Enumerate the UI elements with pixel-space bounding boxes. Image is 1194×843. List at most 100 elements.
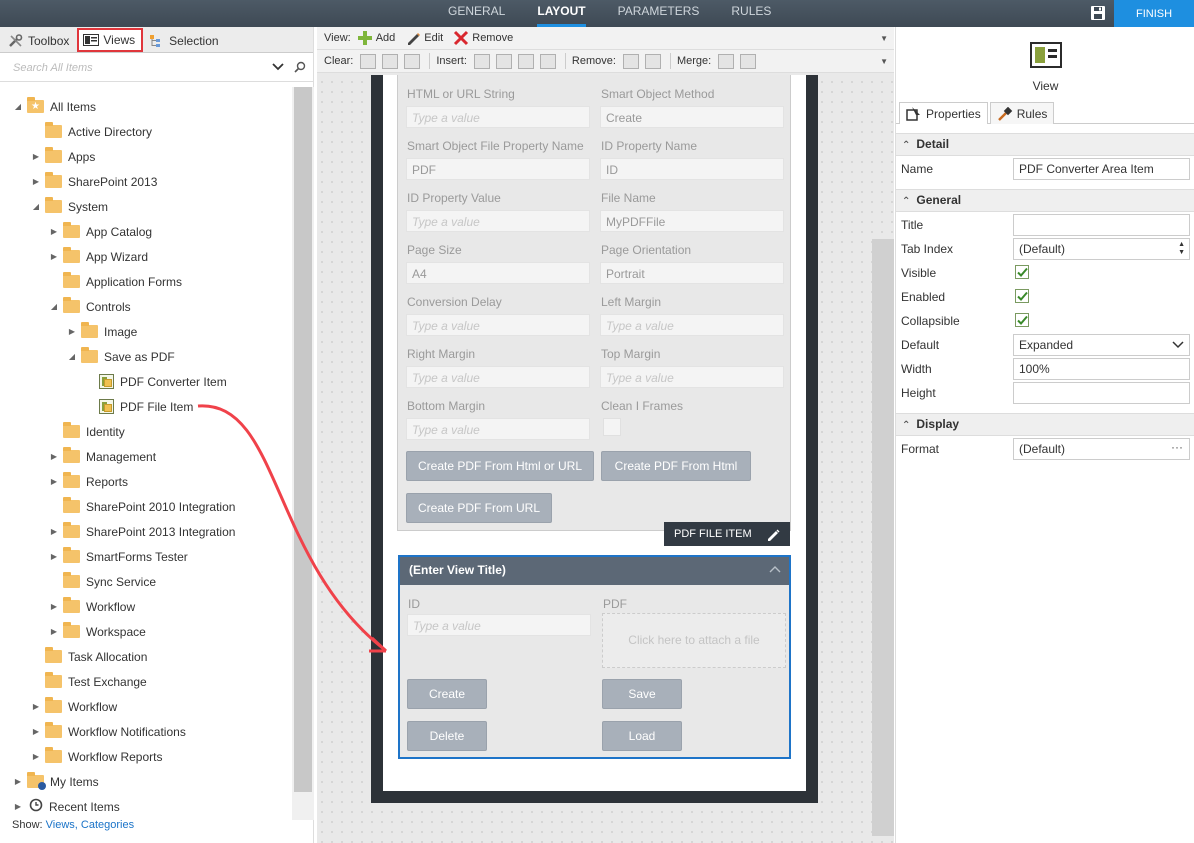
- remove-column-icon[interactable]: [622, 53, 639, 69]
- field-input[interactable]: MyPDFFile: [600, 210, 784, 232]
- tree-item[interactable]: Sync Service: [49, 569, 156, 594]
- chevron-down-icon[interactable]: [272, 63, 284, 71]
- canvas-scrollbar[interactable]: [872, 239, 894, 836]
- tree-item[interactable]: PDF File Item: [85, 394, 193, 419]
- merge-cells-icon[interactable]: [718, 53, 735, 69]
- spinner-arrows-icon[interactable]: ▲ ▼: [1178, 241, 1185, 257]
- tree-item[interactable]: ▶ SharePoint 2013 Integration: [49, 519, 235, 544]
- detail-section-header[interactable]: ⌃ Detail: [896, 133, 1194, 156]
- tree-item[interactable]: ▶ Reports: [49, 469, 128, 494]
- search-icon[interactable]: [294, 61, 306, 73]
- add-button[interactable]: Add: [357, 30, 395, 46]
- tree-item[interactable]: ◢ Controls: [49, 294, 131, 319]
- finish-button[interactable]: FINISH: [1114, 0, 1194, 27]
- tree-item[interactable]: ▶ Workflow: [31, 694, 117, 719]
- ellipsis-icon[interactable]: ···: [1171, 440, 1183, 454]
- field-input[interactable]: Type a value: [600, 366, 784, 388]
- expand-arrow-icon[interactable]: ▶: [31, 752, 41, 761]
- tab-toolbox[interactable]: Toolbox: [3, 30, 76, 52]
- search-input[interactable]: Search All Items: [13, 62, 93, 74]
- name-input[interactable]: PDF Converter Area Item: [1013, 158, 1190, 180]
- clean-iframes-checkbox[interactable]: [603, 418, 621, 436]
- create-pdf-from-html-button[interactable]: Create PDF From Html: [601, 451, 751, 481]
- insert-column-right-icon[interactable]: [495, 53, 512, 69]
- pdf-converter-view[interactable]: HTML or URL String Type a value Smart Obje…: [397, 75, 791, 531]
- tree-item[interactable]: SharePoint 2010 Integration: [49, 494, 235, 519]
- field-input[interactable]: PDF: [406, 158, 590, 180]
- expand-arrow-icon[interactable]: ▶: [49, 627, 59, 636]
- field-input[interactable]: Type a value: [406, 314, 590, 336]
- tab-selection[interactable]: Selection: [144, 30, 225, 52]
- tab-parameters[interactable]: PARAMETERS: [618, 0, 700, 27]
- tab-index-stepper[interactable]: (Default) ▲ ▼: [1013, 238, 1190, 260]
- expand-arrow-icon[interactable]: ▶: [67, 327, 77, 336]
- expand-arrow-icon[interactable]: ▶: [49, 552, 59, 561]
- tab-layout[interactable]: LAYOUT: [537, 0, 586, 27]
- expand-arrow-icon[interactable]: ▶: [49, 452, 59, 461]
- field-input[interactable]: Create: [600, 106, 784, 128]
- tree-item[interactable]: ▶ Image: [67, 319, 137, 344]
- visible-checkbox[interactable]: [1015, 265, 1029, 279]
- tree-item[interactable]: Active Directory: [31, 119, 152, 144]
- field-input[interactable]: Type a value: [406, 210, 590, 232]
- insert-row-above-icon[interactable]: [517, 53, 534, 69]
- insert-column-left-icon[interactable]: [473, 53, 490, 69]
- create-button[interactable]: Create: [407, 679, 487, 709]
- merge-rows-icon[interactable]: [740, 53, 757, 69]
- save-icon[interactable]: [1090, 5, 1110, 21]
- id-input[interactable]: Type a value: [407, 614, 591, 636]
- pdf-file-view[interactable]: (Enter View Title) ID Type a value PDF C…: [398, 555, 791, 759]
- delete-button[interactable]: Delete: [407, 721, 487, 751]
- remove-button[interactable]: Remove: [453, 30, 513, 46]
- save-button[interactable]: Save: [602, 679, 682, 709]
- tree-item[interactable]: ▶ App Catalog: [49, 219, 152, 244]
- expand-arrow-icon[interactable]: ▶: [49, 252, 59, 261]
- view-badge[interactable]: PDF FILE ITEM: [664, 522, 790, 546]
- expand-arrow-icon[interactable]: ▶: [13, 777, 23, 786]
- create-pdf-from-url-button[interactable]: Create PDF From URL: [406, 493, 552, 523]
- chevron-down-icon[interactable]: ▼: [880, 57, 888, 66]
- tree-item[interactable]: ▶ Workflow Notifications: [31, 719, 186, 744]
- title-input[interactable]: [1013, 214, 1190, 236]
- field-input[interactable]: Type a value: [406, 106, 590, 128]
- display-section-header[interactable]: ⌃ Display: [896, 413, 1194, 436]
- expand-arrow-icon[interactable]: ▶: [31, 177, 41, 186]
- tree-item[interactable]: ◢ ★ All Items: [13, 94, 96, 119]
- format-input[interactable]: (Default) ···: [1013, 438, 1190, 460]
- tree-item[interactable]: ▶ Management: [49, 444, 156, 469]
- tree-item[interactable]: ▶ Workspace: [49, 619, 146, 644]
- collapse-arrow-icon[interactable]: ◢: [31, 202, 41, 211]
- collapse-arrow-icon[interactable]: ◢: [13, 102, 23, 111]
- field-input[interactable]: Portrait: [600, 262, 784, 284]
- tree-item[interactable]: ◢ Save as PDF: [67, 344, 175, 369]
- expand-arrow-icon[interactable]: ▶: [49, 227, 59, 236]
- tree-item[interactable]: ▶ Apps: [31, 144, 95, 169]
- tree-scrollbar[interactable]: [292, 87, 314, 820]
- clear-cell-icon[interactable]: [360, 53, 377, 69]
- tab-rules[interactable]: Rules: [989, 102, 1055, 124]
- tree-item[interactable]: ▶ Recent Items: [13, 794, 120, 819]
- field-input[interactable]: Type a value: [406, 366, 590, 388]
- collapsible-checkbox[interactable]: [1015, 313, 1029, 327]
- pencil-icon[interactable]: [766, 527, 780, 541]
- default-select[interactable]: Expanded: [1013, 334, 1190, 356]
- expand-arrow-icon[interactable]: ▶: [31, 727, 41, 736]
- tab-general[interactable]: GENERAL: [448, 0, 505, 27]
- clear-row-icon[interactable]: [382, 53, 399, 69]
- tree-item[interactable]: ▶ Workflow: [49, 594, 135, 619]
- insert-row-below-icon[interactable]: [539, 53, 556, 69]
- tree-item[interactable]: Test Exchange: [31, 669, 147, 694]
- expand-arrow-icon[interactable]: ▶: [13, 802, 23, 811]
- enabled-checkbox[interactable]: [1015, 289, 1029, 303]
- tree-item[interactable]: ◢ System: [31, 194, 108, 219]
- categories-link[interactable]: Categories: [81, 819, 134, 831]
- width-input[interactable]: 100%: [1013, 358, 1190, 380]
- collapse-arrow-icon[interactable]: ◢: [67, 352, 77, 361]
- expand-arrow-icon[interactable]: ▶: [49, 477, 59, 486]
- tree-item[interactable]: PDF Converter Item: [85, 369, 227, 394]
- tab-properties[interactable]: Properties: [899, 102, 988, 124]
- field-input[interactable]: Type a value: [406, 418, 590, 440]
- scrollbar-thumb[interactable]: [294, 87, 312, 792]
- clear-table-icon[interactable]: [404, 53, 421, 69]
- create-pdf-from-html-or-url-button[interactable]: Create PDF From Html or URL: [406, 451, 594, 481]
